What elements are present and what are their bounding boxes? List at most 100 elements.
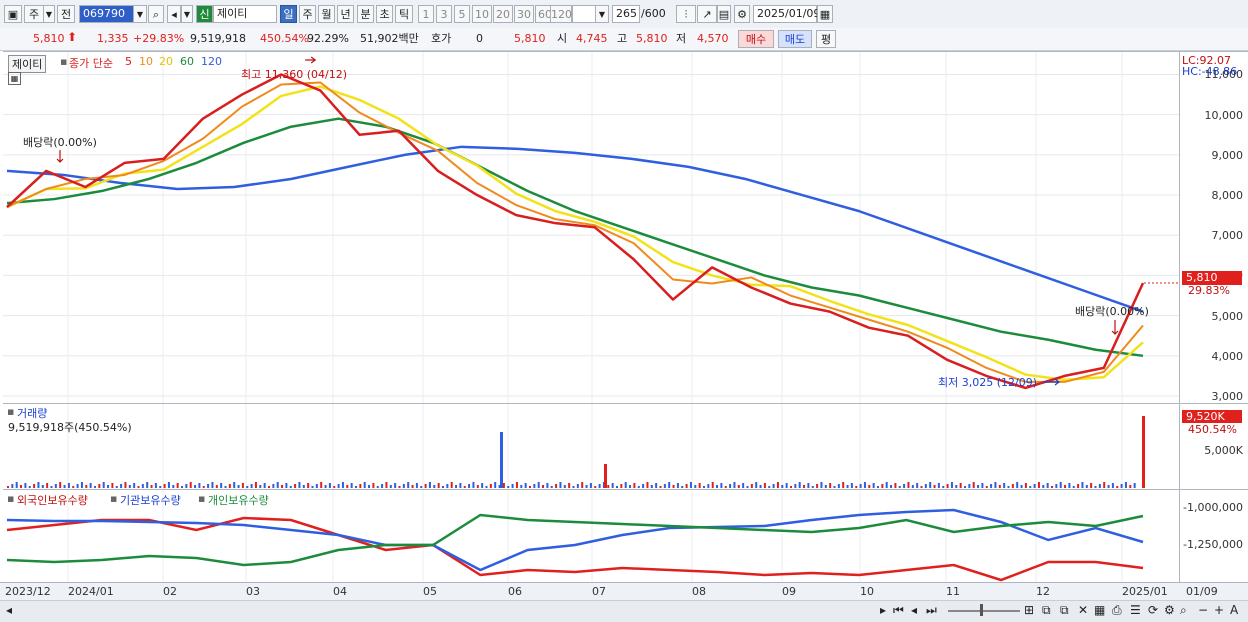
prev-page-icon[interactable]: ◂ [911,603,917,617]
volume-bar [790,486,792,488]
tab-minute[interactable]: 분 [357,5,374,23]
first-page-icon[interactable]: ⏮ [893,603,904,618]
font-size-icon[interactable]: A [1230,603,1238,617]
holding-tick: -1,250,000 [1183,538,1243,551]
tab-week[interactable]: 주 [299,5,316,23]
list-icon[interactable]: ☰ [1130,603,1141,617]
holding-pane[interactable]: ▪ 외국인보유수량 ▪ 기관보유수량 ▪ 개인보유수량 [3,489,1179,583]
copy-icon[interactable]: ⧉ [1060,603,1069,618]
market-mode-button[interactable]: 주 [24,5,44,23]
scroll-bar[interactable]: ◂ ▸ ⏮ ◂ ⏭ ⊞ ⧉ ⧉ ✕ ▦ ⎙ ☰ ⟳ ⚙ ⌕ − + A [0,600,1248,622]
interval-button[interactable]: 1 [418,5,434,23]
draw-tool-icon[interactable]: ↗ [697,5,717,23]
minus-icon[interactable]: − [1198,603,1208,617]
sell-button[interactable]: 매도 [778,30,812,48]
calendar-icon[interactable]: ▦ [817,5,833,23]
cross-icon[interactable]: ✕ [1078,603,1088,617]
zoom-slider[interactable] [948,610,1020,612]
tab-year[interactable]: 년 [337,5,354,23]
search-icon[interactable]: ⌕ [148,5,164,23]
split-icon[interactable]: ⧉ [1042,603,1051,618]
dot-icon: ▪ [7,492,15,505]
tab-month[interactable]: 월 [318,5,335,23]
y-tick: 9,000 [1211,148,1244,162]
buy-button[interactable]: 매수 [738,30,774,48]
volume-bar [485,486,488,488]
interval-button[interactable]: 20 [493,5,513,23]
price-axis: LC:92.07 HC:-48.86 11,000 10,000 9,000 8,00… [1179,51,1248,404]
code-input[interactable]: 069790 [79,5,134,23]
chevron-down-icon[interactable]: ▼ [133,5,147,23]
volume-bar [911,485,914,488]
chevron-down-icon[interactable]: ▼ [43,5,55,23]
volume-bar [946,484,949,488]
volume-bar [1077,484,1080,488]
volume-bar [620,484,623,488]
tab-day[interactable]: 일 [280,5,297,23]
volume-bar [1107,485,1110,488]
volume-pane[interactable]: ▪ 거래량 9,519,918주(450.54%) [3,403,1179,490]
layout-icon[interactable]: ▣ [4,5,22,23]
y-tick: 4,000 [1211,349,1244,363]
volume-bar [228,484,231,488]
plus-icon[interactable]: + [1214,603,1224,617]
candle-icon[interactable]: ⫶ [676,5,696,23]
grid-icon[interactable]: ▦ [1094,603,1105,617]
gear-icon[interactable]: ⚙ [734,5,750,23]
interval-select[interactable] [572,5,596,23]
volume-bar [494,482,497,488]
settings-icon[interactable]: ⚙ [1164,603,1175,617]
zoom-slider-handle[interactable] [980,604,983,616]
volume-bar [668,482,671,488]
scroll-right-icon[interactable]: ▸ [880,603,886,617]
chevron-down-icon[interactable]: ▼ [181,5,193,23]
volume-bar [120,484,123,488]
chevron-down-icon[interactable]: ▼ [595,5,609,23]
stock-name-field[interactable]: 제이티 [213,5,277,23]
volume-bar [755,482,758,488]
count-input[interactable]: 265 [612,5,640,23]
volume-bar [146,482,149,488]
volume-bar [298,482,301,488]
scroll-left-icon[interactable]: ◂ [6,603,12,617]
save-icon[interactable]: ▤ [717,5,731,23]
x-tick: 09 [782,585,796,598]
last-page-icon[interactable]: ⏭ [926,603,937,618]
chart-name-tag[interactable]: 제이티 [8,55,47,73]
print-icon[interactable]: ⎙ [1112,603,1122,618]
volume-pct: 450.54% [260,32,309,45]
y-tick: 5,000 [1211,309,1244,323]
volume-bar [385,482,388,488]
volume-bar [211,482,214,488]
interval-button[interactable]: 5 [454,5,470,23]
interval-button[interactable]: 120 [550,5,572,23]
y-tick: 7,000 [1211,229,1244,243]
prev-button[interactable]: 전 [57,5,75,23]
volume-bar [259,485,262,488]
tab-second[interactable]: 초 [376,5,393,23]
up-arrow-icon: ⬆ [67,30,78,44]
refresh-icon[interactable]: ⟳ [1148,603,1158,617]
volume-bar [633,483,636,488]
price-pane[interactable]: 제이티 ▪ 종가 단순 5 10 20 60 120 ▦ 최고 11,360 (… [3,51,1179,404]
interval-button[interactable]: 30 [514,5,534,23]
interval-button[interactable]: 10 [472,5,492,23]
volume-bar [890,485,893,488]
date-input[interactable]: 2025/01/09 [753,5,820,23]
volume-bar [542,485,545,488]
tab-tick[interactable]: 틱 [395,5,413,23]
speaker-icon[interactable]: ◂ [167,5,181,23]
volume-bar [716,485,719,488]
volume-bar [863,482,866,488]
volume-bar [189,482,192,488]
volume-bar [1011,484,1014,488]
table-icon[interactable]: ▦ [8,72,21,85]
volume-value: 9,519,918주(450.54%) [8,421,132,434]
eval-button[interactable]: 평 [816,30,836,48]
interval-button[interactable]: 3 [436,5,452,23]
crosshair-icon[interactable]: ⊞ [1024,603,1034,617]
volume-bar [816,484,819,488]
volume-bar [563,485,566,488]
volume-bar [437,483,440,488]
zoom-icon[interactable]: ⌕ [1180,603,1187,618]
